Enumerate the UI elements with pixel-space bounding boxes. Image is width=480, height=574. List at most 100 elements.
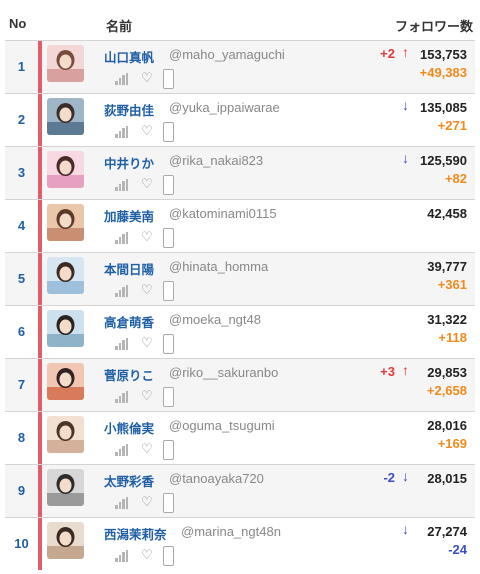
signal-icon[interactable] (115, 444, 129, 456)
avatar[interactable] (47, 469, 84, 506)
rank-change: +3 (380, 364, 395, 379)
twitter-handle[interactable]: @tanoayaka720 (169, 471, 264, 486)
rank-number: 9 (17, 483, 26, 498)
signal-icon[interactable] (115, 497, 129, 509)
avatar[interactable] (47, 151, 84, 188)
follower-count: 39,777 (427, 259, 467, 274)
heart-icon[interactable]: ♡ (141, 441, 153, 457)
rank-number: 8 (17, 430, 26, 445)
checkbox[interactable] (163, 281, 174, 301)
table-row[interactable]: 4 加藤美南 @katominami0115 ♡ 42,458 (5, 199, 475, 252)
heart-icon[interactable]: ♡ (141, 494, 153, 510)
accent-bar (38, 518, 42, 570)
member-name[interactable]: 山口真帆 (104, 47, 154, 66)
follower-count: 29,853 (427, 365, 467, 380)
table-row[interactable]: 10 西潟茉莉奈 @marina_ngt48n ♡ ↓ 27,274 -24 (5, 517, 475, 570)
ranking-table: No 名前 フォロワー数 1 山口真帆 @maho_yamaguchi ♡ +2… (5, 0, 475, 570)
avatar[interactable] (47, 204, 84, 241)
accent-bar (38, 412, 42, 464)
table-row[interactable]: 3 中井りか @rika_nakai823 ♡ ↓ 125,590 +82 (5, 146, 475, 199)
avatar[interactable] (47, 45, 84, 82)
member-name[interactable]: 荻野由佳 (104, 100, 154, 119)
signal-icon[interactable] (115, 126, 129, 138)
member-name[interactable]: 西潟茉莉奈 (104, 524, 167, 543)
table-row[interactable]: 5 本間日陽 @hinata_homma ♡ 39,777 +361 (5, 252, 475, 305)
checkbox[interactable] (163, 69, 174, 89)
member-name[interactable]: 太野彩香 (104, 471, 154, 490)
heart-icon[interactable]: ♡ (141, 335, 153, 351)
twitter-handle[interactable]: @katominami0115 (169, 206, 277, 221)
avatar[interactable] (47, 257, 84, 294)
accent-bar (38, 465, 42, 517)
twitter-handle[interactable]: @riko__sakuranbo (169, 365, 278, 380)
heart-icon[interactable]: ♡ (141, 282, 153, 298)
twitter-handle[interactable]: @marina_ngt48n (181, 524, 281, 539)
member-name[interactable]: 小熊倫実 (104, 418, 154, 437)
accent-bar (38, 253, 42, 305)
follower-count: 42,458 (427, 206, 467, 221)
avatar[interactable] (47, 310, 84, 347)
rank-change: -2 (383, 470, 395, 485)
table-body: 1 山口真帆 @maho_yamaguchi ♡ +2 ↑ 153,753 +49,3… (5, 40, 475, 570)
avatar[interactable] (47, 522, 84, 559)
rank-number: 2 (17, 112, 26, 127)
arrow-up-icon: ↑ (402, 44, 409, 60)
twitter-handle[interactable]: @hinata_homma (169, 259, 268, 274)
heart-icon[interactable]: ♡ (141, 388, 153, 404)
avatar[interactable] (47, 363, 84, 400)
table-header: No 名前 フォロワー数 (5, 0, 475, 40)
table-row[interactable]: 2 荻野由佳 @yuka_ippaiwarae ♡ ↓ 135,085 +271 (5, 93, 475, 146)
rank-number: 6 (17, 324, 26, 339)
signal-icon[interactable] (115, 338, 129, 350)
member-name[interactable]: 加藤美南 (104, 206, 154, 225)
checkbox[interactable] (163, 334, 174, 354)
checkbox[interactable] (163, 493, 174, 513)
signal-icon[interactable] (115, 232, 129, 244)
signal-icon[interactable] (115, 550, 129, 562)
rank-number: 1 (17, 59, 26, 74)
table-row[interactable]: 8 小熊倫実 @oguma_tsugumi ♡ 28,016 +169 (5, 411, 475, 464)
table-row[interactable]: 6 高倉萌香 @moeka_ngt48 ♡ 31,322 +118 (5, 305, 475, 358)
table-row[interactable]: 7 菅原りこ @riko__sakuranbo ♡ +3 ↑ 29,853 +2,65… (5, 358, 475, 411)
arrow-up-icon: ↑ (402, 362, 409, 378)
follower-count: 27,274 (427, 524, 467, 539)
signal-icon[interactable] (115, 285, 129, 297)
twitter-handle[interactable]: @rika_nakai823 (169, 153, 263, 168)
accent-bar (38, 359, 42, 411)
heart-icon[interactable]: ♡ (141, 70, 153, 86)
member-name[interactable]: 中井りか (104, 153, 154, 172)
member-name[interactable]: 本間日陽 (104, 259, 154, 278)
follower-count: 153,753 (420, 47, 467, 62)
signal-icon[interactable] (115, 179, 129, 191)
twitter-handle[interactable]: @moeka_ngt48 (169, 312, 261, 327)
checkbox[interactable] (163, 546, 174, 566)
checkbox[interactable] (163, 122, 174, 142)
checkbox[interactable] (163, 387, 174, 407)
member-name[interactable]: 高倉萌香 (104, 312, 154, 331)
table-row[interactable]: 9 太野彩香 @tanoayaka720 ♡ -2 ↓ 28,015 (5, 464, 475, 517)
rank-number: 5 (17, 271, 26, 286)
accent-bar (38, 200, 42, 252)
twitter-handle[interactable]: @maho_yamaguchi (169, 47, 285, 62)
twitter-handle[interactable]: @oguma_tsugumi (169, 418, 275, 433)
rank-number: 7 (17, 377, 26, 392)
signal-icon[interactable] (115, 391, 129, 403)
checkbox[interactable] (163, 440, 174, 460)
heart-icon[interactable]: ♡ (141, 176, 153, 192)
heart-icon[interactable]: ♡ (141, 229, 153, 245)
header-followers: フォロワー数 (394, 19, 473, 34)
heart-icon[interactable]: ♡ (141, 123, 153, 139)
member-name[interactable]: 菅原りこ (104, 365, 154, 384)
twitter-handle[interactable]: @yuka_ippaiwarae (169, 100, 280, 115)
table-row[interactable]: 1 山口真帆 @maho_yamaguchi ♡ +2 ↑ 153,753 +49,3… (5, 40, 475, 93)
heart-icon[interactable]: ♡ (141, 547, 153, 563)
follower-gain: -24 (448, 542, 467, 557)
checkbox[interactable] (163, 228, 174, 248)
follower-count: 28,015 (427, 471, 467, 486)
rank-number: 10 (14, 536, 29, 551)
signal-icon[interactable] (115, 73, 129, 85)
header-no: No (9, 16, 27, 31)
avatar[interactable] (47, 98, 84, 135)
avatar[interactable] (47, 416, 84, 453)
checkbox[interactable] (163, 175, 174, 195)
